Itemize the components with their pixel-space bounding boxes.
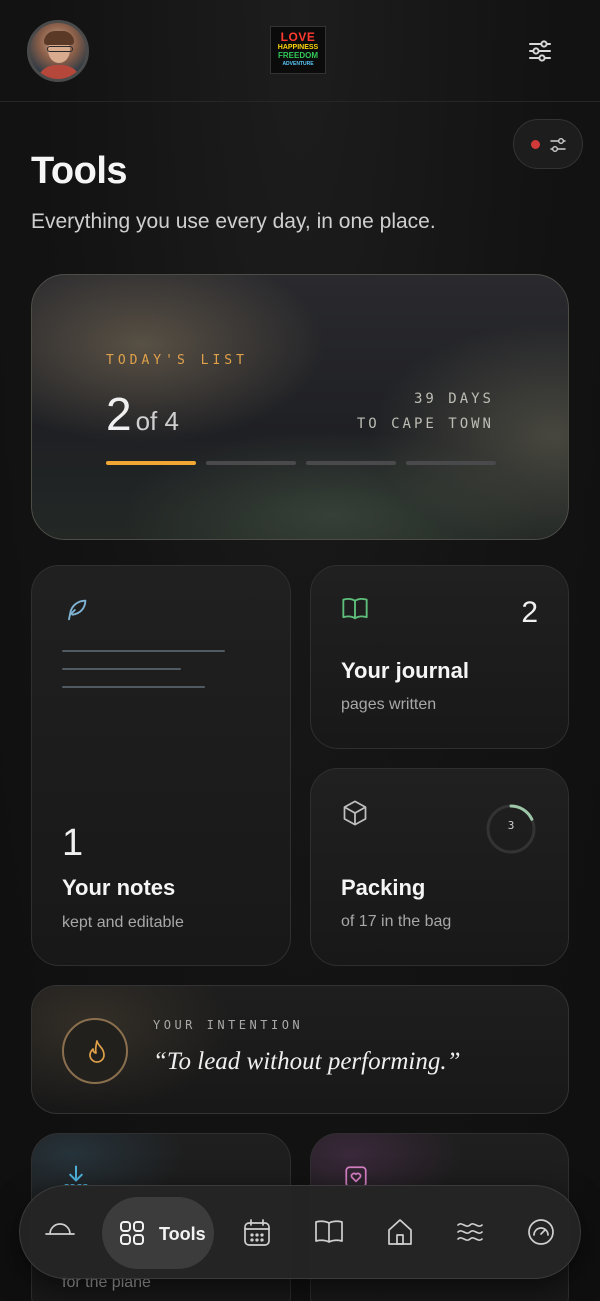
- packing-progress-ring: 3: [485, 803, 537, 855]
- intention-card[interactable]: YOUR INTENTION “To lead without performi…: [31, 985, 569, 1114]
- horizon-icon[interactable]: [44, 1220, 76, 1240]
- todays-list-count: 2 of 4: [106, 388, 179, 440]
- todays-list-progress: [106, 461, 496, 466]
- home-icon[interactable]: [386, 1217, 414, 1247]
- nav-item-tools[interactable]: Tools: [102, 1197, 214, 1269]
- intention-label: YOUR INTENTION: [153, 1018, 304, 1032]
- flame-icon: [62, 1018, 128, 1084]
- intention-quote: “To lead without performing.”: [153, 1048, 461, 1075]
- journal-card[interactable]: 2 Your journal pages written: [310, 565, 569, 749]
- calendar-icon[interactable]: [242, 1218, 272, 1248]
- progress-segment: [406, 461, 496, 465]
- gauge-icon[interactable]: [527, 1218, 555, 1246]
- packing-subtitle: of 17 in the bag: [341, 913, 452, 930]
- notes-title: Your notes: [62, 875, 176, 900]
- app-logo: LOVE HAPPINESS FREEDOM ADVENTURE: [270, 26, 326, 74]
- page-subtitle: Everything you use every day, in one pla…: [31, 210, 436, 233]
- notes-card[interactable]: 1 Your notes kept and editable: [31, 565, 291, 966]
- top-bar: LOVE HAPPINESS FREEDOM ADVENTURE: [0, 0, 600, 102]
- journal-title: Your journal: [341, 658, 469, 683]
- notes-count: 1: [62, 822, 84, 864]
- filter-icon: [550, 138, 566, 152]
- waves-icon[interactable]: [456, 1219, 484, 1245]
- todays-list-label: TODAY'S LIST: [106, 353, 248, 368]
- progress-segment: [106, 461, 196, 465]
- tools-screen: LOVE HAPPINESS FREEDOM ADVENTURE Tools E…: [0, 0, 600, 1301]
- packing-card[interactable]: 3 Packing of 17 in the bag: [310, 768, 569, 966]
- filter-button[interactable]: [513, 119, 583, 169]
- open-book-icon[interactable]: [314, 1218, 344, 1246]
- journal-count: 2: [521, 596, 538, 629]
- feather-icon: [68, 599, 87, 621]
- grid-icon: [120, 1221, 144, 1245]
- journal-subtitle: pages written: [341, 696, 437, 713]
- todays-list-card[interactable]: TODAY'S LIST 2 of 4 39 DAYS TO CAPE TOWN: [31, 274, 569, 540]
- countdown: 39 DAYS TO CAPE TOWN: [356, 391, 494, 432]
- box-icon: [343, 800, 367, 826]
- bottom-nav: Tools: [19, 1185, 581, 1279]
- page-title: Tools: [31, 150, 128, 192]
- progress-segment: [306, 461, 396, 465]
- sliders-icon[interactable]: [522, 36, 558, 66]
- packing-title: Packing: [341, 875, 426, 900]
- progress-segment: [206, 461, 296, 465]
- avatar[interactable]: [27, 20, 89, 82]
- book-icon: [342, 597, 368, 620]
- alert-dot: [531, 140, 540, 149]
- notes-subtitle: kept and editable: [62, 914, 184, 931]
